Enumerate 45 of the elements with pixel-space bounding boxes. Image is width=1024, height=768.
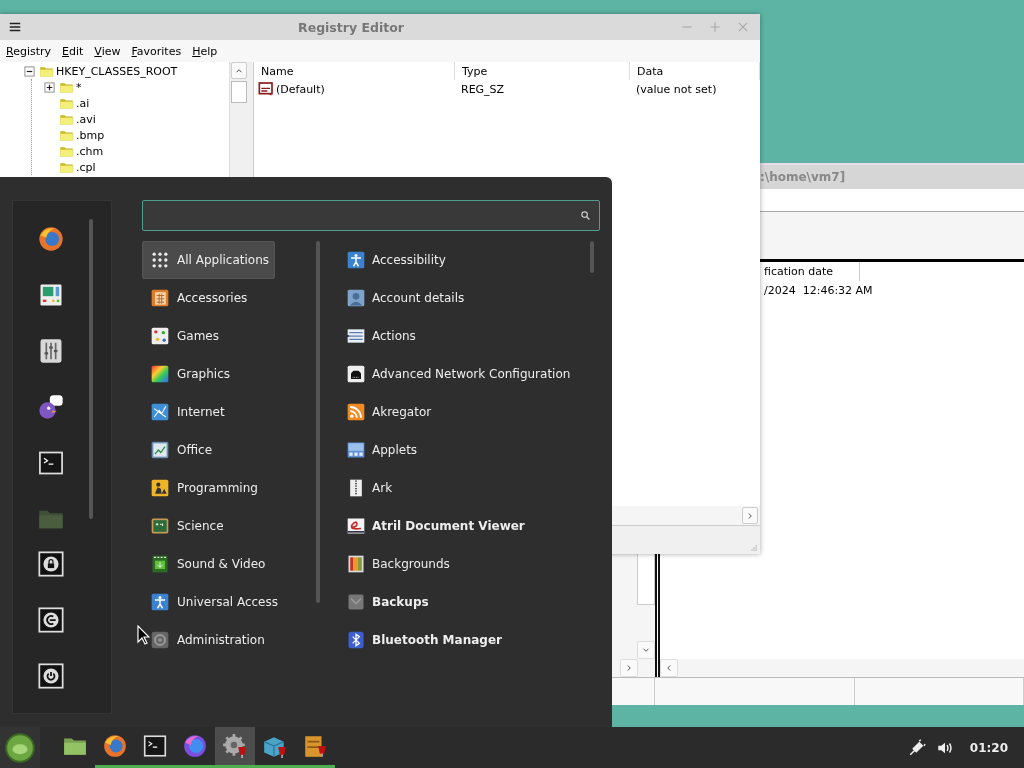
tree-item[interactable]: .avi [32,111,229,127]
tree-item[interactable]: .ai [32,95,229,111]
tree-item[interactable]: .bmp [32,127,229,143]
table-cell: (Default) [276,82,325,96]
category-item[interactable]: Games [142,317,310,355]
category-item[interactable]: All Applications [142,241,275,279]
menu-item[interactable]: Favorites [127,44,186,58]
application-item[interactable]: Backups [340,583,586,621]
menu-item[interactable]: Edit [58,44,88,58]
tree-item[interactable]: .chm [32,143,229,159]
column-header[interactable]: Type [455,62,630,80]
tree-item[interactable]: * [32,79,229,95]
application-item[interactable]: Akregator [340,393,586,431]
tree-item[interactable]: HKEY_CLASSES_ROOT [0,63,229,79]
window-title: Registry Editor [297,19,405,35]
application-item[interactable]: Bluetooth Manager [340,621,586,659]
application-item[interactable]: Ark [340,469,586,507]
application-item[interactable]: Actions [340,317,586,355]
category-item[interactable]: Sound & Video [142,545,310,583]
application-item[interactable]: Atril Document Viewer [340,507,586,545]
column-header[interactable]: fication date [762,262,860,281]
application-item[interactable]: Account details [340,279,586,317]
category-item[interactable]: Programming [142,469,310,507]
menu-item[interactable]: View [90,44,125,58]
application-item[interactable]: Applets [340,431,586,469]
category-item[interactable]: Administration [142,621,310,659]
application-item[interactable]: Advanced Network Configuration [340,355,586,393]
category-item[interactable]: Office [142,431,310,469]
table-cell: /2024 12:46:32 AM [764,283,873,297]
window-title: :\home\vm7] [760,170,846,184]
tree-item[interactable]: .cpl [32,159,229,175]
category-item[interactable]: Accessories [142,279,310,317]
table-cell-text: (value not set) [635,82,718,96]
clock[interactable]: 01:20 [969,740,1008,755]
category-item[interactable]: Graphics [142,355,310,393]
application-item[interactable]: Backgrounds [340,545,586,583]
column-header[interactable]: Name [254,62,455,80]
category-item[interactable]: Science [142,507,310,545]
menu-item[interactable]: Registry [2,44,56,58]
category-item[interactable]: Internet [142,393,310,431]
category-item[interactable]: Universal Access [142,583,310,621]
table-cell-text: REG_SZ [460,82,506,96]
application-item[interactable]: Accessibility [340,241,586,279]
menu-item[interactable]: Help [188,44,222,58]
column-header[interactable]: Data [630,62,760,80]
